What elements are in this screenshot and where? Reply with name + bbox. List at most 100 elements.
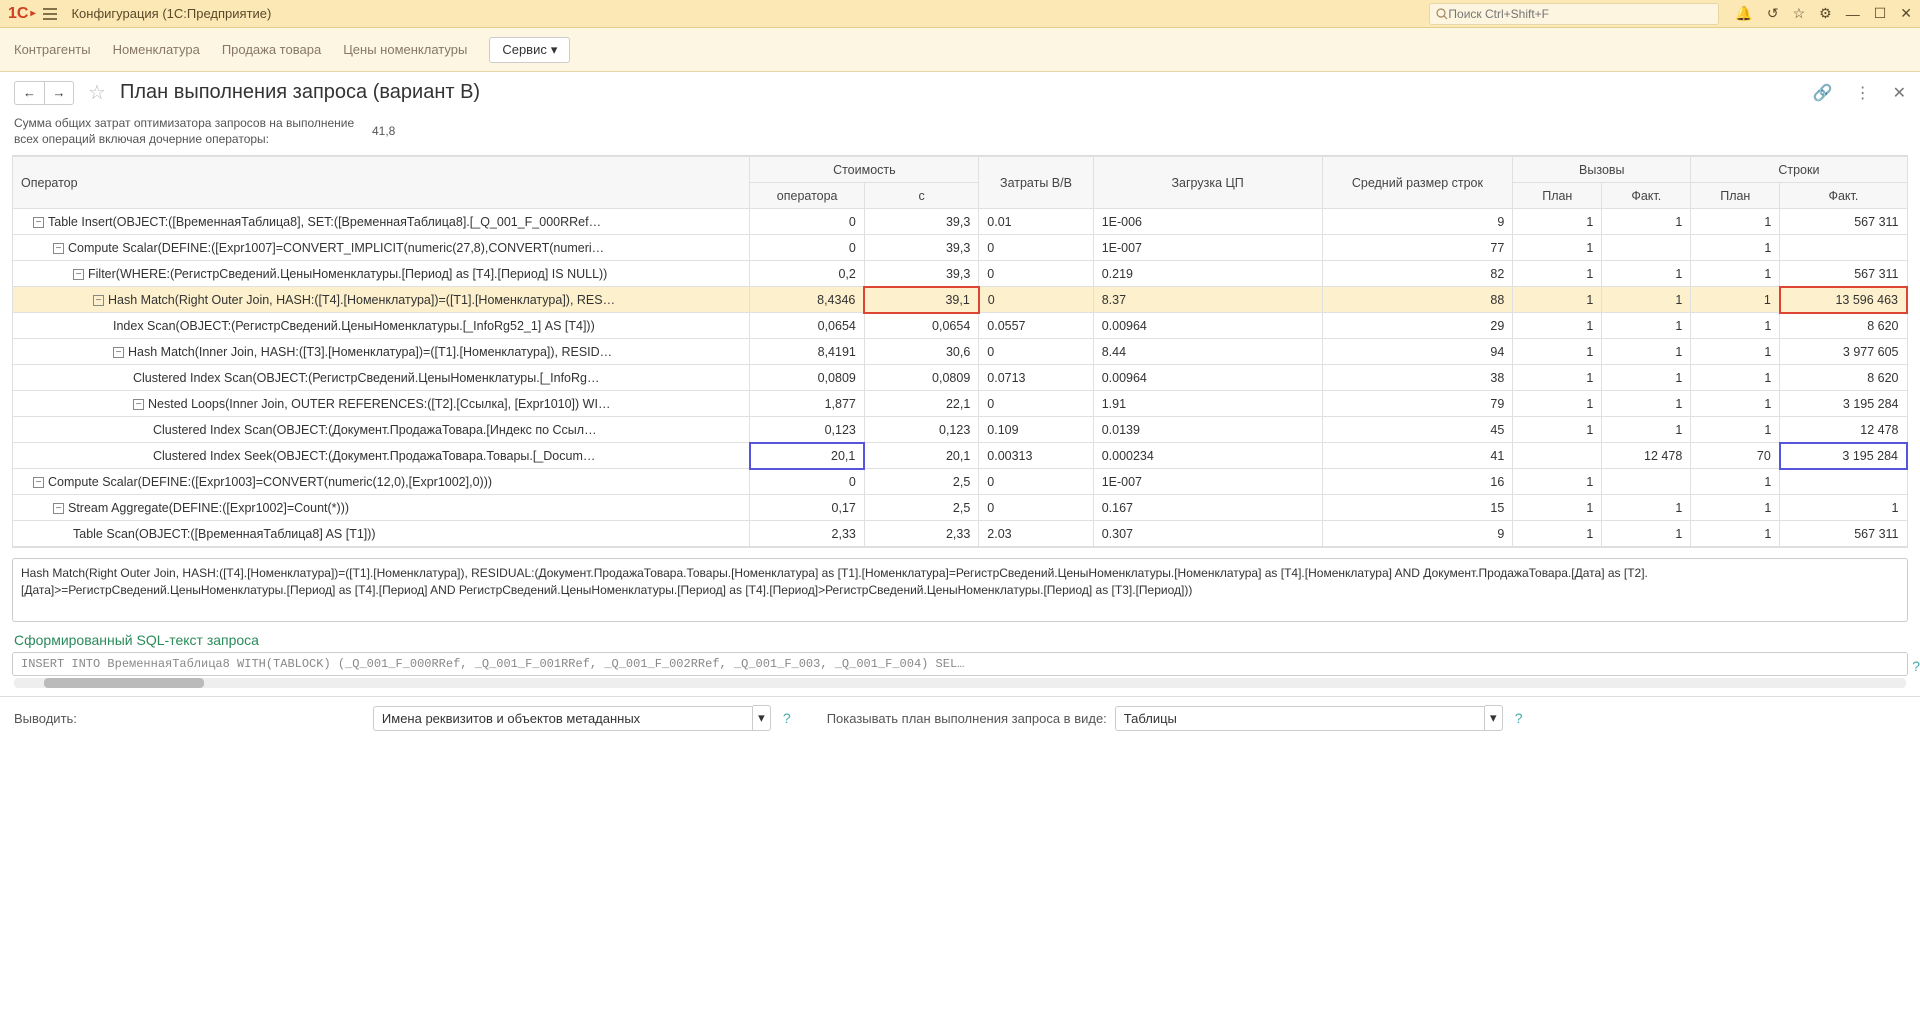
- star-icon[interactable]: ☆: [1793, 5, 1806, 22]
- summary-value: 41,8: [372, 124, 395, 138]
- service-label: Сервис: [502, 42, 547, 57]
- row-plan-cell: 1: [1691, 313, 1780, 339]
- close-icon[interactable]: ✕: [1900, 5, 1912, 22]
- sql-help-icon[interactable]: ?: [1912, 658, 1920, 674]
- cpu-cell: 8.37: [1093, 287, 1322, 313]
- th-cost-c[interactable]: с: [864, 183, 978, 209]
- service-button[interactable]: Сервис ▾: [489, 37, 570, 63]
- th-cost[interactable]: Стоимость: [750, 157, 979, 183]
- th-rows-plan[interactable]: План: [1691, 183, 1780, 209]
- th-rows-fact[interactable]: Факт.: [1780, 183, 1907, 209]
- global-search[interactable]: [1429, 3, 1719, 25]
- tree-toggle[interactable]: −: [33, 217, 44, 228]
- table-row[interactable]: Clustered Index Seek(OBJECT:(Документ.Пр…: [13, 443, 1908, 469]
- call-plan-cell: 1: [1513, 287, 1602, 313]
- bell-icon[interactable]: 🔔: [1735, 5, 1752, 22]
- menu-contragents[interactable]: Контрагенты: [14, 42, 91, 57]
- cpu-cell: 1E-006: [1093, 209, 1322, 235]
- tree-toggle[interactable]: −: [53, 503, 64, 514]
- th-operator[interactable]: Оператор: [13, 157, 750, 209]
- th-io[interactable]: Затраты В/В: [979, 157, 1093, 209]
- table-row[interactable]: −Nested Loops(Inner Join, OUTER REFERENC…: [13, 391, 1908, 417]
- table-row[interactable]: −Hash Match(Inner Join, HASH:([T3].[Номе…: [13, 339, 1908, 365]
- menu-prices[interactable]: Цены номенклатуры: [343, 42, 467, 57]
- cost-op-cell: 0: [750, 209, 864, 235]
- cost-c-cell: 39,3: [864, 235, 978, 261]
- menu-nomenclature[interactable]: Номенклатура: [113, 42, 200, 57]
- history-icon[interactable]: ↺: [1767, 5, 1779, 22]
- th-cost-op[interactable]: оператора: [750, 183, 864, 209]
- show-label: Показывать план выполнения запроса в вид…: [827, 711, 1107, 726]
- minimize-icon[interactable]: —: [1846, 6, 1860, 22]
- output-value[interactable]: Имена реквизитов и объектов метаданных: [373, 706, 753, 731]
- cost-op-cell: 8,4346: [750, 287, 864, 313]
- th-cpu[interactable]: Загрузка ЦП: [1093, 157, 1322, 209]
- table-row[interactable]: −Compute Scalar(DEFINE:([Expr1007]=CONVE…: [13, 235, 1908, 261]
- table-row[interactable]: Index Scan(OBJECT:(РегистрСведений.ЦеныН…: [13, 313, 1908, 339]
- table-row[interactable]: −Filter(WHERE:(РегистрСведений.ЦеныНомен…: [13, 261, 1908, 287]
- favorite-icon[interactable]: ☆: [88, 80, 106, 105]
- op-cell: −Hash Match(Inner Join, HASH:([T3].[Номе…: [13, 339, 750, 365]
- call-plan-cell: 1: [1513, 313, 1602, 339]
- tree-toggle[interactable]: −: [53, 243, 64, 254]
- tree-toggle[interactable]: −: [33, 477, 44, 488]
- cost-op-cell: 20,1: [750, 443, 864, 469]
- th-calls-plan[interactable]: План: [1513, 183, 1602, 209]
- op-cell: Clustered Index Seek(OBJECT:(Документ.Пр…: [13, 443, 750, 469]
- search-input[interactable]: [1448, 7, 1712, 21]
- row-plan-cell: 1: [1691, 391, 1780, 417]
- output-select[interactable]: Имена реквизитов и объектов метаданных ▾: [373, 705, 771, 731]
- call-plan-cell: 1: [1513, 339, 1602, 365]
- detail-panel: Hash Match(Right Outer Join, HASH:([T4].…: [12, 558, 1908, 622]
- table-row[interactable]: Clustered Index Scan(OBJECT:(Документ.Пр…: [13, 417, 1908, 443]
- io-cell: 0: [979, 469, 1093, 495]
- call-fact-cell: 1: [1602, 495, 1691, 521]
- io-cell: 0.0713: [979, 365, 1093, 391]
- io-cell: 0.00313: [979, 443, 1093, 469]
- th-rowsize[interactable]: Средний размер строк: [1322, 157, 1513, 209]
- row-fact-cell: 567 311: [1780, 521, 1907, 547]
- sql-text[interactable]: INSERT INTO ВременнаяТаблица8 WITH(TABLO…: [12, 652, 1908, 676]
- table-row[interactable]: −Stream Aggregate(DEFINE:([Expr1002]=Cou…: [13, 495, 1908, 521]
- table-row[interactable]: Table Scan(OBJECT:([ВременнаяТаблица8] A…: [13, 521, 1908, 547]
- call-fact-cell: 12 478: [1602, 443, 1691, 469]
- show-dropdown[interactable]: ▾: [1485, 705, 1503, 731]
- sql-scroll-thumb[interactable]: [44, 678, 204, 688]
- show-help-icon[interactable]: ?: [1515, 710, 1523, 726]
- table-row[interactable]: −Hash Match(Right Outer Join, HASH:([T4]…: [13, 287, 1908, 313]
- cost-op-cell: 0,123: [750, 417, 864, 443]
- th-calls[interactable]: Вызовы: [1513, 157, 1691, 183]
- output-help-icon[interactable]: ?: [783, 710, 791, 726]
- tree-toggle[interactable]: −: [113, 347, 124, 358]
- cpu-cell: 1E-007: [1093, 469, 1322, 495]
- tree-toggle[interactable]: −: [93, 295, 104, 306]
- cpu-cell: 0.000234: [1093, 443, 1322, 469]
- burger-icon[interactable]: [43, 8, 57, 20]
- cost-op-cell: 0: [750, 235, 864, 261]
- cost-c-cell: 0,123: [864, 417, 978, 443]
- menu-sale[interactable]: Продажа товара: [222, 42, 321, 57]
- cost-c-cell: 2,33: [864, 521, 978, 547]
- maximize-icon[interactable]: ☐: [1874, 5, 1887, 22]
- tree-toggle[interactable]: −: [133, 399, 144, 410]
- link-icon[interactable]: 🔗: [1813, 83, 1833, 103]
- tree-toggle[interactable]: −: [73, 269, 84, 280]
- output-dropdown[interactable]: ▾: [753, 705, 771, 731]
- show-select[interactable]: Таблицы ▾: [1115, 705, 1503, 731]
- show-value[interactable]: Таблицы: [1115, 706, 1485, 731]
- th-calls-fact[interactable]: Факт.: [1602, 183, 1691, 209]
- call-plan-cell: 1: [1513, 521, 1602, 547]
- close-tab-icon[interactable]: ✕: [1893, 83, 1906, 103]
- nav-forward[interactable]: →: [44, 81, 74, 105]
- call-plan-cell: [1513, 443, 1602, 469]
- kebab-icon[interactable]: ⋮: [1855, 83, 1871, 103]
- nav-back[interactable]: ←: [14, 81, 44, 105]
- table-row[interactable]: Clustered Index Scan(OBJECT:(РегистрСвед…: [13, 365, 1908, 391]
- page-header: ← → ☆ План выполнения запроса (вариант В…: [0, 72, 1920, 113]
- table-row[interactable]: −Compute Scalar(DEFINE:([Expr1003]=CONVE…: [13, 469, 1908, 495]
- th-rows[interactable]: Строки: [1691, 157, 1907, 183]
- sql-scrollbar[interactable]: [14, 678, 1906, 688]
- filter-icon[interactable]: ⚙: [1819, 5, 1832, 22]
- table-row[interactable]: −Table Insert(OBJECT:([ВременнаяТаблица8…: [13, 209, 1908, 235]
- detail-text[interactable]: Hash Match(Right Outer Join, HASH:([T4].…: [12, 558, 1908, 622]
